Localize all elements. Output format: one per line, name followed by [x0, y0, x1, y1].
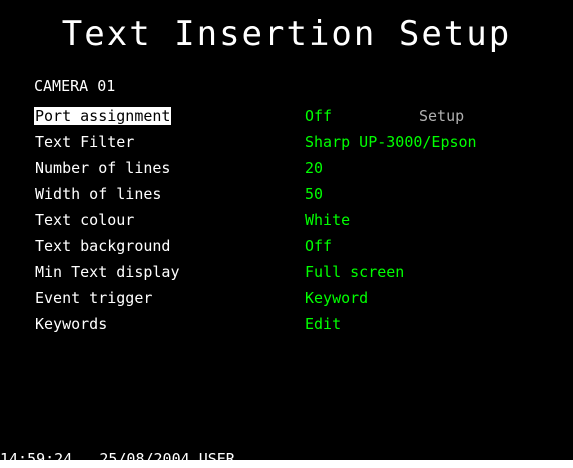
menu-value-text-colour[interactable]: White	[305, 211, 350, 229]
menu-value-min-text-display[interactable]: Full screen	[305, 263, 404, 281]
menu-label-event-trigger[interactable]: Event trigger	[34, 289, 153, 307]
status-bar: 14:59:24 25/08/2004 USER	[0, 450, 235, 460]
status-date: 25/08/2004	[99, 450, 190, 460]
status-user: USER	[198, 450, 235, 460]
menu-label-keywords[interactable]: Keywords	[34, 315, 108, 333]
menu-label-text-background[interactable]: Text background	[34, 237, 171, 255]
menu-value-keywords[interactable]: Edit	[305, 315, 341, 333]
menu-value-number-of-lines[interactable]: 20	[305, 159, 323, 177]
menu-row-width-of-lines[interactable]: Width of lines 50	[0, 183, 573, 209]
status-time: 14:59:24	[0, 450, 73, 460]
menu-row-event-trigger[interactable]: Event trigger Keyword	[0, 287, 573, 313]
menu-label-number-of-lines[interactable]: Number of lines	[34, 159, 171, 177]
menu-value-text-background[interactable]: Off	[305, 237, 332, 255]
menu-label-text-filter[interactable]: Text Filter	[34, 133, 135, 151]
menu-row-min-text-display[interactable]: Min Text display Full screen	[0, 261, 573, 287]
menu-label-width-of-lines[interactable]: Width of lines	[34, 185, 162, 203]
menu-row-port-assignment[interactable]: Port assignment Off Setup	[0, 105, 573, 131]
menu-label-min-text-display[interactable]: Min Text display	[34, 263, 181, 281]
menu-value-text-filter[interactable]: Sharp UP-3000/Epson	[305, 133, 477, 151]
page-title: Text Insertion Setup	[61, 14, 512, 54]
settings-menu: Port assignment Off Setup Text Filter Sh…	[0, 105, 573, 339]
menu-row-keywords[interactable]: Keywords Edit	[0, 313, 573, 339]
menu-row-text-colour[interactable]: Text colour White	[0, 209, 573, 235]
menu-label-port-assignment[interactable]: Port assignment	[34, 107, 172, 125]
osd-screen: Text Insertion Setup CAMERA 01 Port assi…	[0, 0, 573, 460]
menu-row-text-background[interactable]: Text background Off	[0, 235, 573, 261]
menu-value-port-assignment[interactable]: Off	[305, 107, 332, 125]
menu-value-width-of-lines[interactable]: 50	[305, 185, 323, 203]
camera-label: CAMERA 01	[34, 77, 116, 95]
menu-label-text-colour[interactable]: Text colour	[34, 211, 135, 229]
menu-row-text-filter[interactable]: Text Filter Sharp UP-3000/Epson	[0, 131, 573, 157]
setup-option[interactable]: Setup	[419, 107, 464, 125]
menu-value-event-trigger[interactable]: Keyword	[305, 289, 368, 307]
menu-row-number-of-lines[interactable]: Number of lines 20	[0, 157, 573, 183]
